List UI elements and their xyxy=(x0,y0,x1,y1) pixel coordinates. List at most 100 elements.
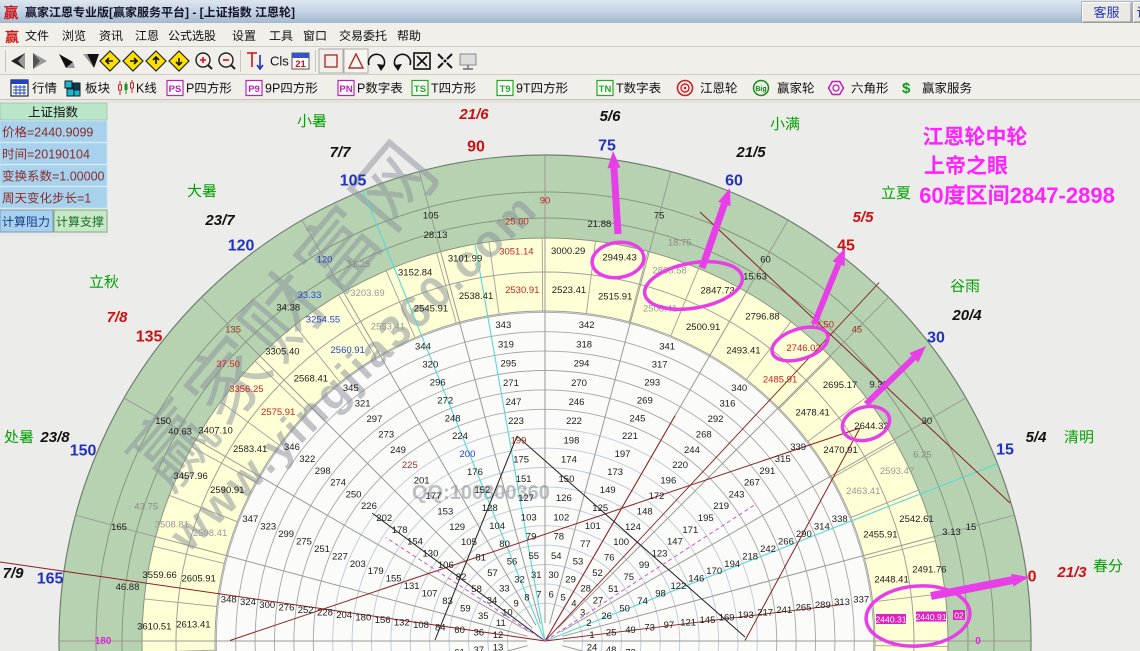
svg-text:13: 13 xyxy=(493,643,504,651)
svg-text:1: 1 xyxy=(589,630,594,641)
svg-text:5/6: 5/6 xyxy=(600,108,622,125)
svg-text:7/9: 7/9 xyxy=(3,565,25,582)
svg-text:97: 97 xyxy=(664,620,675,631)
svg-text:105: 105 xyxy=(423,210,439,221)
svg-text:PN: PN xyxy=(339,84,352,95)
svg-text:224: 224 xyxy=(452,431,468,442)
svg-text:200: 200 xyxy=(460,449,476,460)
svg-text:2560.91: 2560.91 xyxy=(331,345,365,356)
svg-text:34.38: 34.38 xyxy=(276,303,300,314)
svg-text:P9: P9 xyxy=(248,84,260,95)
svg-text:55: 55 xyxy=(529,551,540,562)
svg-text:48: 48 xyxy=(606,645,617,651)
svg-text:153: 153 xyxy=(437,506,453,517)
svg-text:266: 266 xyxy=(778,537,794,548)
svg-text:150: 150 xyxy=(559,474,575,485)
svg-text:23/7: 23/7 xyxy=(204,212,235,229)
svg-text:80: 80 xyxy=(499,539,510,550)
svg-text:73: 73 xyxy=(644,623,655,634)
svg-text:319: 319 xyxy=(498,339,514,350)
svg-text:320: 320 xyxy=(422,360,438,371)
svg-text:223: 223 xyxy=(508,416,524,427)
svg-text:272: 272 xyxy=(437,395,453,406)
svg-text:317: 317 xyxy=(652,360,668,371)
svg-text:276: 276 xyxy=(279,602,295,613)
svg-text:123: 123 xyxy=(652,548,668,559)
svg-text:]: ] xyxy=(291,6,295,20)
svg-text:2847-2898: 2847-2898 xyxy=(1010,183,1115,208)
svg-text:21/3: 21/3 xyxy=(1056,564,1087,581)
svg-text:267: 267 xyxy=(744,478,760,489)
svg-text:37: 37 xyxy=(474,645,485,651)
svg-text:30: 30 xyxy=(922,416,933,427)
svg-text:15: 15 xyxy=(996,442,1014,459)
svg-text:221: 221 xyxy=(622,431,638,442)
svg-text:170: 170 xyxy=(706,566,722,577)
svg-text:2478.41: 2478.41 xyxy=(796,408,830,419)
svg-text:198: 198 xyxy=(564,436,580,447)
svg-text:251: 251 xyxy=(314,544,330,555)
svg-text:12: 12 xyxy=(493,630,504,641)
svg-text:56: 56 xyxy=(507,557,518,568)
svg-text:290: 290 xyxy=(796,529,812,540)
svg-text:228: 228 xyxy=(317,607,333,618)
svg-text:244: 244 xyxy=(684,445,700,456)
svg-text:4: 4 xyxy=(571,599,576,610)
svg-text:61: 61 xyxy=(454,648,465,651)
svg-text:314: 314 xyxy=(814,522,830,533)
svg-text:9: 9 xyxy=(514,599,519,610)
svg-text:2530.91: 2530.91 xyxy=(505,285,539,296)
svg-text:105: 105 xyxy=(340,173,367,190)
svg-text:57: 57 xyxy=(487,568,498,579)
svg-text:2613.41: 2613.41 xyxy=(176,620,210,631)
svg-text:243: 243 xyxy=(729,489,745,500)
svg-text:346: 346 xyxy=(284,442,300,453)
svg-text:121: 121 xyxy=(680,618,696,629)
svg-text:299: 299 xyxy=(278,529,294,540)
svg-text:2568.41: 2568.41 xyxy=(294,374,328,385)
svg-text:197: 197 xyxy=(615,449,631,460)
svg-text:321: 321 xyxy=(355,399,371,410)
svg-text:26: 26 xyxy=(601,611,612,622)
svg-text:2575.91: 2575.91 xyxy=(261,407,295,418)
svg-text:2545.91: 2545.91 xyxy=(414,303,448,314)
svg-text:27: 27 xyxy=(593,596,604,607)
svg-text:268: 268 xyxy=(696,429,712,440)
svg-text:201: 201 xyxy=(414,476,430,487)
svg-text:149: 149 xyxy=(600,485,616,496)
svg-text:125: 125 xyxy=(592,503,608,514)
svg-text:218: 218 xyxy=(742,551,758,562)
svg-text:02: 02 xyxy=(954,611,964,621)
svg-text:75: 75 xyxy=(624,572,635,583)
svg-text:76: 76 xyxy=(604,553,615,564)
svg-text:265: 265 xyxy=(796,602,812,613)
svg-text:11: 11 xyxy=(496,618,506,629)
svg-text:Big: Big xyxy=(755,86,766,93)
svg-text:2796.88: 2796.88 xyxy=(745,311,779,322)
svg-text:60: 60 xyxy=(454,625,465,636)
svg-text:120: 120 xyxy=(228,238,255,255)
svg-text:28.13: 28.13 xyxy=(424,230,448,241)
svg-text:33: 33 xyxy=(499,583,510,594)
svg-text:295: 295 xyxy=(501,359,517,370)
svg-text:102: 102 xyxy=(553,512,569,523)
svg-text:99: 99 xyxy=(639,560,650,571)
svg-text:3152.84: 3152.84 xyxy=(398,268,432,279)
svg-text:3: 3 xyxy=(580,608,585,619)
svg-text:128: 128 xyxy=(482,503,498,514)
svg-text:174: 174 xyxy=(561,455,577,466)
svg-text:40.63: 40.63 xyxy=(168,426,192,437)
svg-text:83: 83 xyxy=(442,596,453,607)
svg-text:271: 271 xyxy=(503,378,519,389)
svg-text:51: 51 xyxy=(608,584,619,595)
svg-text:172: 172 xyxy=(649,491,665,502)
svg-text:2542.61: 2542.61 xyxy=(899,514,933,525)
svg-text:2590.91: 2590.91 xyxy=(210,485,244,496)
svg-text:82: 82 xyxy=(456,572,467,583)
svg-text:323: 323 xyxy=(260,522,276,533)
svg-text:175: 175 xyxy=(513,455,529,466)
svg-text:220: 220 xyxy=(672,460,688,471)
svg-text:T: T xyxy=(616,82,624,96)
svg-text:] - [: ] - [ xyxy=(185,6,204,20)
svg-text:2440.31: 2440.31 xyxy=(876,615,907,625)
